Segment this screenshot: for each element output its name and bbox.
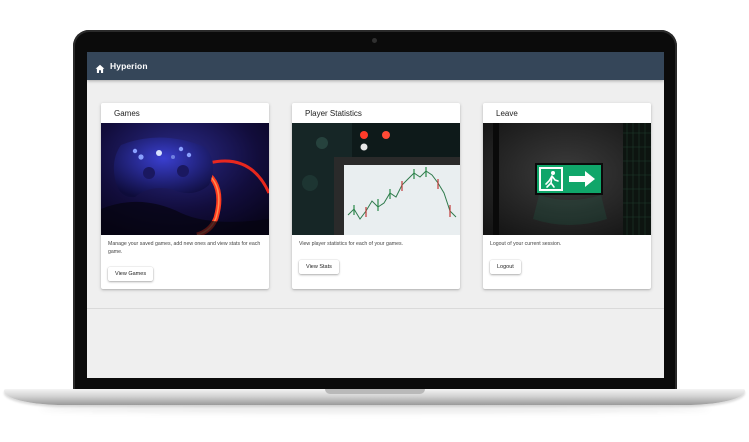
player-statistics-card-image: [292, 123, 460, 235]
card-description: Logout of your current session.: [490, 241, 562, 247]
app-title[interactable]: Hyperion: [110, 61, 148, 71]
card-description: Manage your saved games, add new ones an…: [108, 241, 261, 255]
card-title: Player Statistics: [305, 109, 362, 118]
card-title: Leave: [496, 109, 518, 118]
laptop-notch: [325, 389, 425, 394]
card-title: Games: [114, 109, 140, 118]
leave-card: Leave Logout of your current session. Lo…: [483, 103, 651, 289]
content-divider: [87, 308, 664, 309]
view-games-button[interactable]: View Games: [108, 267, 154, 281]
app-bar: Hyperion: [87, 52, 664, 80]
games-card-image: [101, 123, 269, 235]
laptop-shadow: [40, 405, 710, 413]
logout-button[interactable]: Logout: [490, 260, 521, 274]
leave-card-image: [483, 123, 651, 235]
card-description: View player statistics for each of your …: [299, 241, 403, 247]
games-card: Games Manage your saved games, add new o…: [101, 103, 269, 289]
home-icon[interactable]: [95, 61, 105, 73]
laptop-screen: Hyperion Games Manage your saved games, …: [87, 52, 664, 378]
camera-icon: [372, 38, 377, 43]
player-statistics-card: Player Statistics View player statistics…: [292, 103, 460, 289]
view-stats-button[interactable]: View Stats: [299, 260, 339, 274]
